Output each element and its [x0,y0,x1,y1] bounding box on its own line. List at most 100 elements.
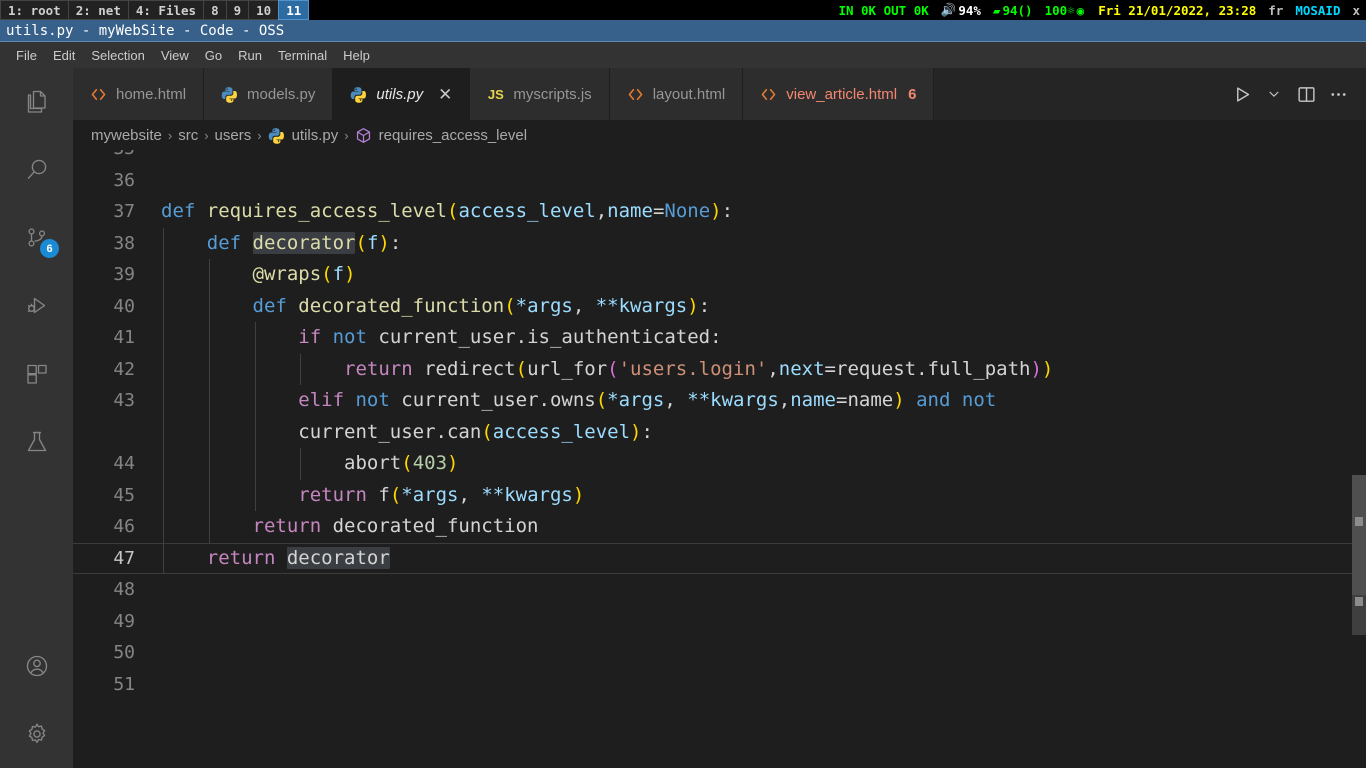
run-options-button[interactable] [1260,80,1288,108]
code-line: 44 abort(403) [73,448,1366,480]
workspace-list[interactable]: 1: root 2: net 4: Files 8 9 10 11 [0,0,310,20]
volume-label: 94% [958,2,981,18]
menu-item-selection[interactable]: Selection [83,45,152,66]
code-token: ( [504,294,516,317]
activity-bar-item-source-control[interactable]: 6 [0,204,73,272]
code-token: : [389,231,402,254]
menu-item-file[interactable]: File [8,45,45,66]
editor-tab-label: view_article.html [786,85,898,103]
activity-bar-item-testing[interactable] [0,408,73,476]
breadcrumb-item-mywebsite[interactable]: mywebsite [91,127,162,144]
line-number: 39 [113,264,135,285]
indent-guide [163,385,164,417]
workspace-button-8[interactable]: 8 [203,0,226,20]
menu-item-terminal[interactable]: Terminal [270,45,335,66]
system-close-button[interactable]: x [1346,0,1366,20]
code-token: decorator [286,546,390,569]
line-number: 47 [113,547,135,569]
close-icon[interactable]: ✕ [438,86,452,103]
code-token: def [252,294,299,317]
workspace-button-10[interactable]: 10 [248,0,279,20]
indent-guide [300,448,302,480]
breadcrumb-item-src[interactable]: src [178,127,198,144]
menu-item-edit[interactable]: Edit [45,45,83,66]
code-token: : [641,420,653,443]
run-python-file-button[interactable] [1228,80,1256,108]
code-line-text: def decorated_function(*args, **kwargs): [161,290,1366,322]
code-token: url_for [527,357,608,380]
editor-scrollbar-thumb-secondary[interactable] [1352,595,1366,635]
breadcrumb-separator: › [167,127,173,143]
editor-scrollbar[interactable] [1352,150,1366,768]
code-token: *args [515,294,573,317]
editor-scrollbar-thumb[interactable] [1352,475,1366,595]
editor-tab-view-article-html[interactable]: view_article.html 6 [743,68,935,120]
editor-tab-layout-html[interactable]: layout.html [609,68,744,120]
code-token: f [332,263,345,285]
code-token: @wraps [252,263,322,285]
code-line: 43 elif not current_user.owns(*args, **k… [73,385,1366,417]
code-token: redirect [424,357,516,380]
code-token: **kwargs [687,389,779,411]
code-token: return [206,546,287,569]
split-editor-right-button[interactable] [1292,80,1320,108]
workspace-button-11[interactable]: 11 [278,0,310,20]
menu-item-run[interactable]: Run [230,45,270,66]
code-line-text: return decorated_function [161,511,1366,543]
breadcrumb-item-utils-py[interactable]: utils.py [268,127,338,144]
extensions-icon [23,360,51,388]
editor-tab-label: models.py [247,85,316,103]
code-line: 35 [73,150,1366,165]
code-token: = [836,389,848,411]
editor-group: home.html models.py utils.py ✕ JS myscripts.j… [73,68,1366,768]
workspace-button-2-net[interactable]: 2: net [67,0,128,20]
line-number: 48 [113,579,135,600]
activity-bar-item-search[interactable] [0,136,73,204]
menu-item-help[interactable]: Help [335,45,378,66]
code-token: , [778,389,791,411]
keyboard-layout-indicator[interactable]: fr [1262,0,1289,20]
network-label: IN 0K OUT 0K [838,2,929,18]
activity-bar-item-run-and-debug[interactable] [0,272,73,340]
workspace-button-9[interactable]: 9 [225,0,249,20]
editor-tab-utils-py[interactable]: utils.py ✕ [333,68,471,120]
speaker-icon: 🔊 [940,2,957,17]
code-lines: 353637def requires_access_level(access_l… [73,150,1366,768]
activity-bar-item-accounts[interactable] [0,632,73,700]
workspace-button-1-root[interactable]: 1: root [0,0,68,20]
breadcrumb: mywebsite › src › users › utils.py › requires_ac… [73,120,1366,150]
code-token: current_user.owns [401,389,596,411]
workspace-label: 1: root [8,2,61,18]
editor-tab-models-py[interactable]: models.py [204,68,334,120]
breadcrumb-item-requires-access-level[interactable]: requires_access_level [355,127,527,144]
volume-indicator[interactable]: 🔊 94% [935,0,987,20]
code-token: **kwargs [595,294,688,317]
indent-guide [208,322,210,354]
editor-tab-myscripts-js[interactable]: JS myscripts.js [470,68,610,120]
code-line-text: def requires_access_level(access_level,n… [161,196,1366,228]
indent-guide [163,479,164,511]
workspace-button-4-files[interactable]: 4: Files [127,0,204,20]
breadcrumb-item-users[interactable]: users [215,127,252,144]
code-token: 'users.login' [618,357,768,380]
split-editor-icon [1297,85,1316,104]
activity-bar-item-manage[interactable] [0,700,73,768]
editor-tab-home-html[interactable]: home.html [73,68,205,120]
window-title-bar: utils.py - myWebSite - Code - OSS [0,20,1366,42]
code-token: ) [378,231,390,254]
breadcrumb-separator: › [257,127,262,143]
activity-bar-item-explorer[interactable] [0,68,73,136]
indent-guide [300,353,302,385]
activity-bar-item-extensions[interactable] [0,340,73,408]
menu-item-view[interactable]: View [153,45,197,66]
indent-guide [254,416,256,448]
gear-icon [23,720,51,748]
more-actions-button[interactable] [1324,80,1352,108]
menu-item-go[interactable]: Go [197,45,230,66]
indent-guide [254,322,256,354]
editor-content[interactable]: 353637def requires_access_level(access_l… [73,150,1366,768]
line-number: 49 [113,610,135,632]
code-token: ) [630,420,642,443]
